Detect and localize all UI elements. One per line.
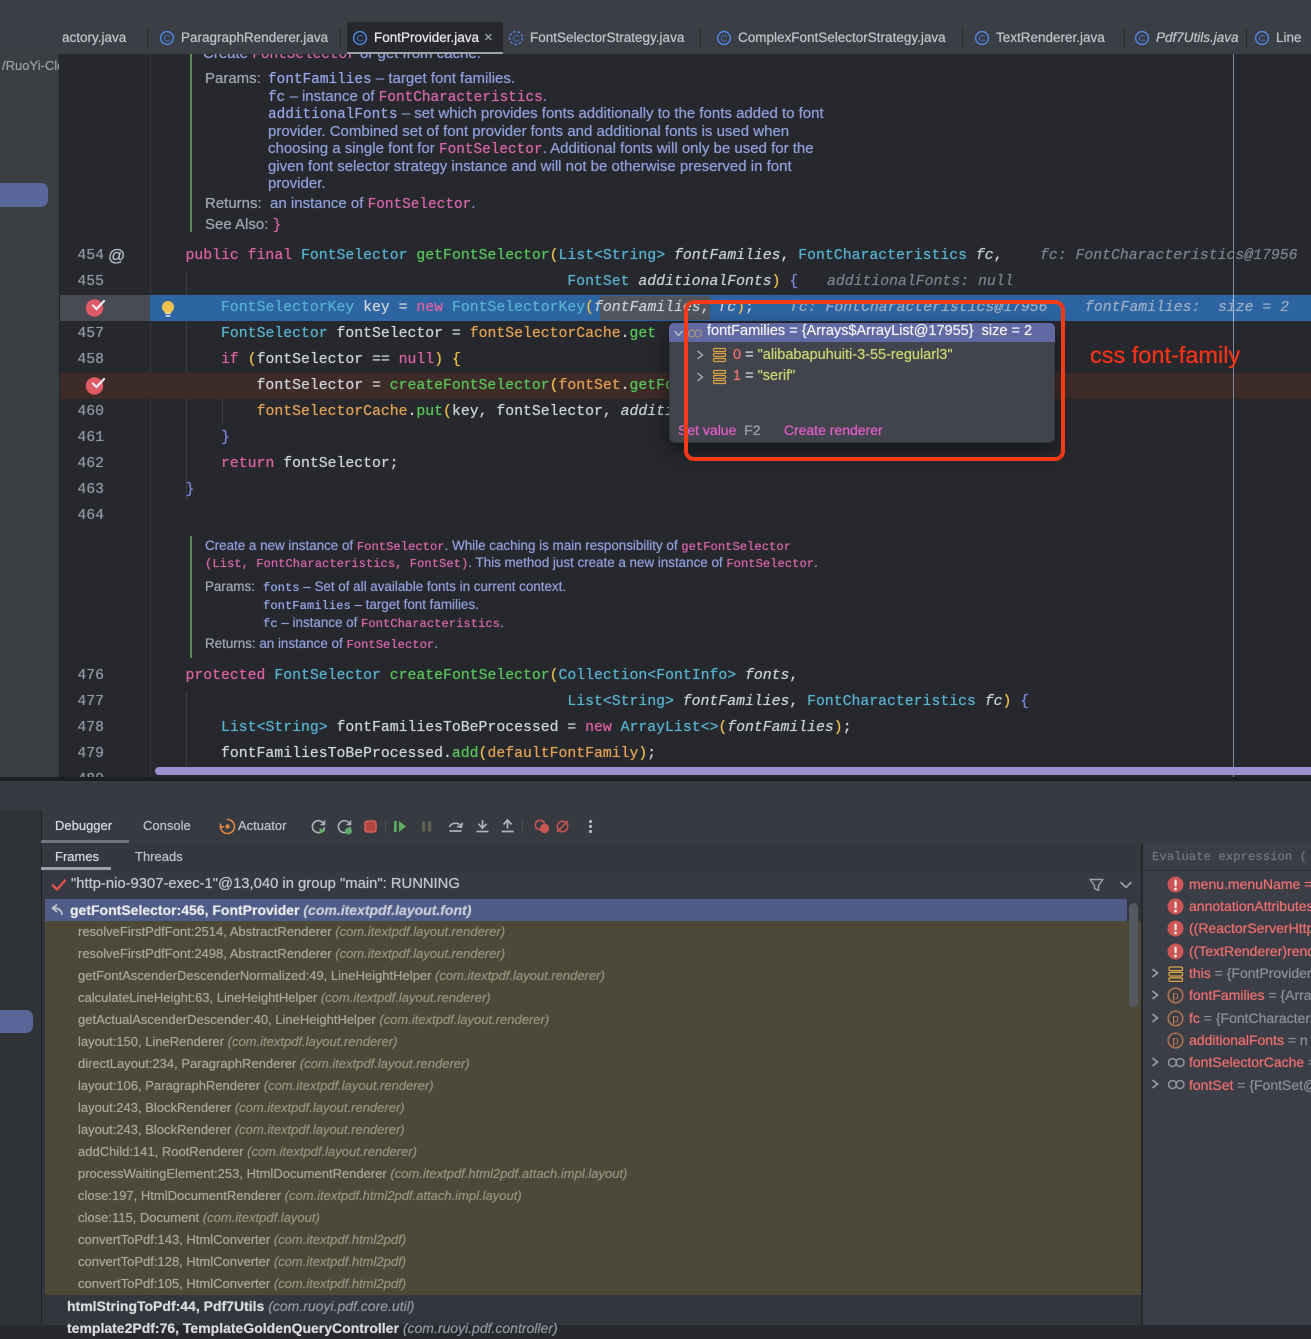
svg-text:C: C <box>1139 34 1146 45</box>
svg-text:C: C <box>164 34 171 45</box>
svg-text:C: C <box>721 34 728 45</box>
svg-text:C: C <box>979 34 986 45</box>
svg-text:C: C <box>357 34 364 45</box>
svg-text:p: p <box>1172 1014 1178 1026</box>
svg-text:C: C <box>1259 34 1266 45</box>
svg-text:C: C <box>513 34 520 45</box>
svg-text:p: p <box>1172 991 1178 1003</box>
svg-text:p: p <box>1172 1036 1178 1048</box>
